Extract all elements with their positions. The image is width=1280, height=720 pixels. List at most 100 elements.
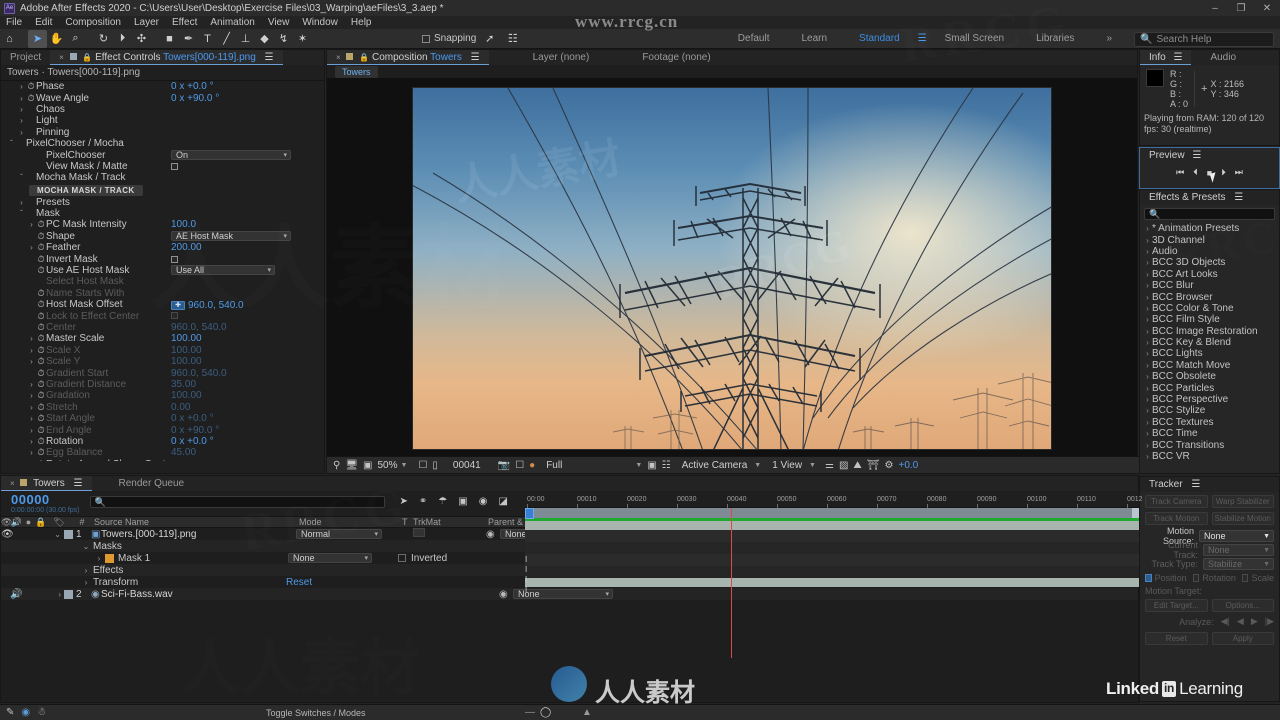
current-time-display[interactable]: 00000 0:00:00:00 (30.00 fps): [1, 491, 80, 514]
effect-param-value[interactable]: Use All ▾: [171, 265, 324, 276]
effects-category-item[interactable]: › BCC Match Move: [1143, 360, 1279, 371]
workspace-menu-icon[interactable]: ☰: [916, 29, 929, 49]
twirl-icon[interactable]: ˇ: [7, 139, 16, 148]
effect-param-value[interactable]: 0 x +90.0 °: [171, 425, 324, 436]
effect-param-value[interactable]: 960.0, 540.0: [171, 322, 324, 333]
effect-param-value[interactable]: [171, 311, 324, 322]
layer-group-name[interactable]: Masks: [93, 541, 286, 552]
stopwatch-icon[interactable]: ⏱: [36, 333, 46, 344]
track-camera-button[interactable]: Track Camera: [1145, 495, 1208, 508]
timeline-zoom-slider[interactable]: ◯: [540, 707, 551, 718]
twirl-icon[interactable]: ›: [1143, 258, 1152, 267]
effect-param-value[interactable]: [171, 161, 324, 172]
layer-name[interactable]: Towers.[000-119].png: [101, 529, 296, 540]
effect-param-row[interactable]: › ⏱Egg Balance 45.00: [1, 447, 324, 458]
analyze-forward-icon[interactable]: ▶: [1251, 616, 1258, 627]
clone-stamp-tool[interactable]: ⊥: [236, 30, 255, 48]
effect-param-value[interactable]: 100.00: [171, 333, 324, 344]
param-checkbox[interactable]: [171, 312, 178, 320]
twirl-icon[interactable]: ›: [17, 94, 26, 103]
twirl-icon[interactable]: ›: [1143, 418, 1152, 427]
effect-param-value[interactable]: 960.0, 540.0: [171, 368, 324, 379]
show-channel-icon[interactable]: ●: [529, 460, 535, 471]
resolution-dropdown[interactable]: Full ▼: [546, 460, 642, 471]
twirl-icon[interactable]: ›: [79, 578, 93, 587]
param-checkbox[interactable]: [171, 162, 178, 170]
panel-menu-icon[interactable]: ☰: [1234, 192, 1243, 203]
effect-param-row[interactable]: ⏱Use AE Host Mask Use All ▾: [1, 265, 324, 276]
step-back-button[interactable]: ⏴: [1193, 167, 1198, 178]
tab-timeline-towers[interactable]: × Towers ☰: [1, 476, 92, 491]
reset-button[interactable]: Reset: [1145, 632, 1208, 645]
keyframe-marker[interactable]: I: [525, 565, 527, 574]
panel-menu-icon[interactable]: ☰: [1191, 479, 1200, 490]
stopwatch-icon[interactable]: ⏱: [36, 288, 46, 299]
lock-icon[interactable]: 🔒: [34, 517, 48, 528]
effect-param-row[interactable]: › Light: [1, 115, 324, 126]
effect-param-row[interactable]: › ⏱PC Mask Intensity 100.0: [1, 219, 324, 230]
twirl-icon[interactable]: ›: [93, 554, 105, 563]
minimize-button[interactable]: –: [1202, 0, 1228, 16]
effect-param-row[interactable]: ⏱Host Mask Offset ✚ 960.0, 540.0: [1, 299, 324, 311]
zoom-out-timeline-icon[interactable]: —: [525, 707, 535, 718]
menu-effect[interactable]: Effect: [172, 17, 197, 28]
effect-param-row[interactable]: › Chaos: [1, 104, 324, 115]
effects-category-item[interactable]: › BCC Key & Blend: [1143, 337, 1279, 348]
hand-tool[interactable]: ✋: [47, 30, 66, 48]
menu-file[interactable]: File: [6, 17, 22, 28]
effects-category-item[interactable]: › * Animation Presets: [1143, 223, 1279, 234]
column-trkmat[interactable]: TrkMat: [413, 517, 488, 527]
twirl-icon[interactable]: ›: [27, 391, 36, 400]
draft-3d-icon[interactable]: ⚭: [419, 496, 427, 507]
close-tab-icon[interactable]: ×: [10, 479, 15, 488]
param-value-number[interactable]: 0 x +0.0 °: [171, 413, 214, 424]
twirl-icon[interactable]: ›: [1143, 338, 1152, 347]
tab-render-queue[interactable]: Render Queue: [110, 476, 194, 491]
layer-group-name[interactable]: Effects: [93, 565, 286, 576]
workspace-tab-libraries[interactable]: Libraries: [1020, 29, 1090, 49]
effect-param-value[interactable]: 45.00: [171, 447, 324, 458]
effect-param-row[interactable]: › ⏱Scale Y 100.00: [1, 356, 324, 367]
composition-viewer[interactable]: 人人素材 RRCG: [327, 78, 1137, 458]
effect-param-value[interactable]: [171, 254, 324, 265]
effects-category-item[interactable]: › BCC VR: [1143, 451, 1279, 462]
timeline-search-input[interactable]: 🔍: [89, 496, 385, 508]
channel-icon[interactable]: ▣: [363, 460, 372, 471]
twirl-icon[interactable]: ˇ: [17, 173, 26, 182]
column-source-name[interactable]: Source Name: [94, 517, 299, 527]
track-matte-chip[interactable]: [413, 528, 425, 537]
effect-param-row[interactable]: Select Host Mask: [1, 276, 324, 287]
effects-category-item[interactable]: › BCC Stylize: [1143, 405, 1279, 416]
param-value-number[interactable]: 0 x +0.0 °: [171, 436, 214, 447]
analyze-backward-icon[interactable]: ◀: [1237, 616, 1244, 627]
tab-layer[interactable]: Layer (none): [524, 50, 599, 65]
layer-name[interactable]: Sci-Fi-Bass.wav: [101, 589, 296, 600]
effect-param-row[interactable]: › Presets: [1, 197, 324, 208]
video-visibility-icon[interactable]: 👁: [1, 517, 12, 528]
twirl-icon[interactable]: ›: [27, 357, 36, 366]
graph-editor-icon[interactable]: ◪: [498, 496, 507, 507]
effect-param-row[interactable]: ⏱Invert Mask: [1, 253, 324, 265]
toggle-switches-modes-label[interactable]: Toggle Switches / Modes: [266, 708, 366, 718]
param-value-number[interactable]: 960.0, 540.0: [171, 322, 227, 333]
stopwatch-icon[interactable]: ⏱: [26, 81, 36, 92]
camera-dropdown[interactable]: Active Camera ▼: [682, 460, 762, 471]
motion-blur-icon[interactable]: ◉: [479, 496, 488, 507]
effect-param-row[interactable]: › ⏱Master Scale 100.00: [1, 333, 324, 344]
effects-category-item[interactable]: › BCC 3D Objects: [1143, 257, 1279, 268]
stopwatch-icon[interactable]: ⏱: [36, 345, 46, 356]
frame-blending-icon[interactable]: ▣: [458, 496, 467, 507]
twirl-icon[interactable]: ›: [27, 448, 36, 457]
twirl-icon[interactable]: ›: [27, 403, 36, 412]
audio-icon[interactable]: 🔊: [10, 517, 23, 528]
effect-param-value[interactable]: 35.00: [171, 379, 324, 390]
twirl-icon[interactable]: ›: [1143, 441, 1152, 450]
solo-icon[interactable]: ●: [23, 517, 34, 527]
twirl-icon[interactable]: ›: [17, 198, 26, 207]
stopwatch-icon[interactable]: ⏱: [26, 93, 36, 104]
stopwatch-icon[interactable]: ⏱: [36, 219, 46, 230]
effects-category-item[interactable]: › BCC Perspective: [1143, 394, 1279, 405]
layer-label-color[interactable]: [64, 589, 73, 599]
stopwatch-icon[interactable]: ⏱: [36, 254, 46, 265]
pixel-aspect-icon[interactable]: ⚌: [825, 460, 834, 471]
